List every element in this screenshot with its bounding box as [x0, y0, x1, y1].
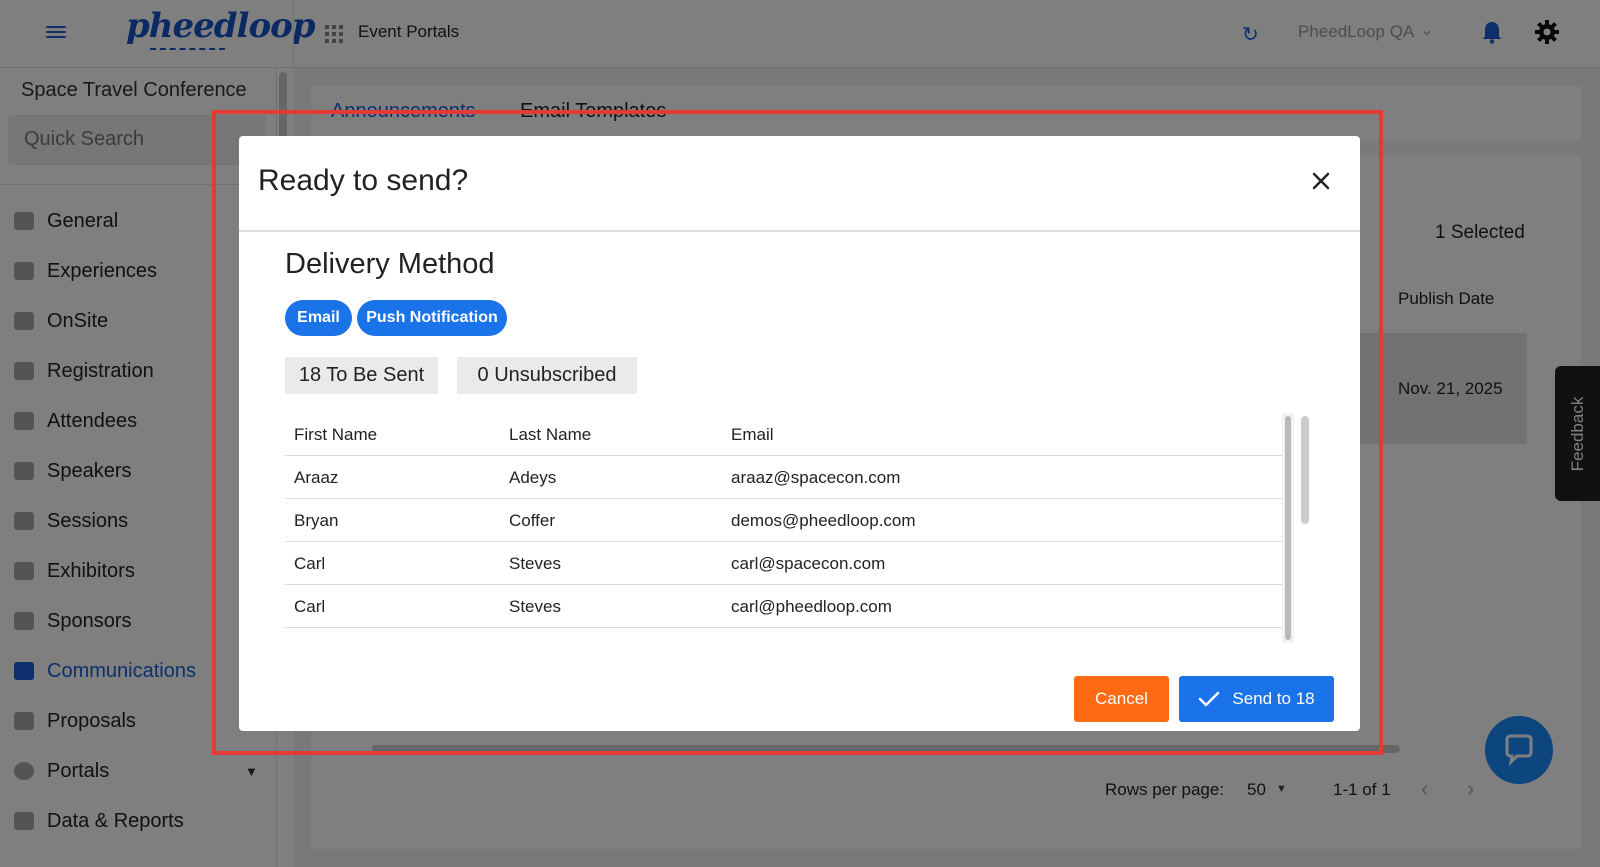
highlight-box	[212, 110, 1383, 755]
